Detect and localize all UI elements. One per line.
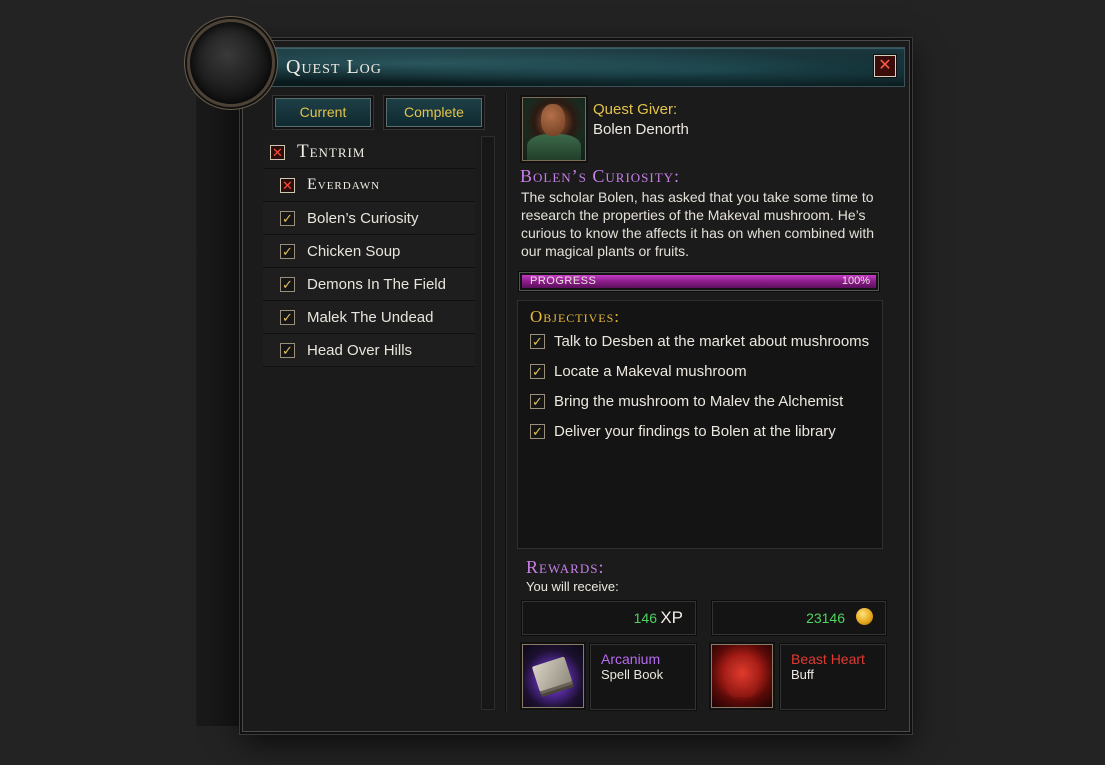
close-button[interactable]: ✕	[874, 55, 896, 77]
panel-divider	[505, 93, 506, 713]
checkbox-checked-icon[interactable]: ✓	[280, 309, 295, 325]
quest-row[interactable]: ✓ Bolen’s Curiosity	[263, 202, 475, 235]
quest-row[interactable]: ✓ Malek The Undead	[263, 301, 475, 334]
objective-item: ✓ Deliver your findings to Bolen at the …	[530, 423, 836, 440]
zone-row-everdawn[interactable]: ✕ Everdawn	[263, 169, 475, 202]
checkbox-checked-icon[interactable]: ✓	[280, 342, 295, 358]
checkbox-checked-icon: ✓	[530, 364, 545, 379]
reward-item-arcanium[interactable]: Arcanium Spell Book	[590, 644, 696, 710]
quest-label: Bolen’s Curiosity	[307, 209, 419, 227]
objectives-title: Objectives:	[530, 307, 621, 326]
quest-label: Chicken Soup	[307, 242, 401, 260]
objective-text: Bring the mushroom to Malev the Alchemis…	[554, 393, 844, 410]
checkbox-checked-icon[interactable]: ✓	[280, 210, 295, 226]
rewards-subtitle: You will receive:	[526, 579, 619, 594]
gold-amount: 23146	[806, 610, 845, 626]
quest-giver-label: Quest Giver:	[593, 101, 678, 118]
quest-label: Malek The Undead	[307, 308, 434, 326]
gold-reward-box: 23146	[712, 601, 886, 635]
window-shadow	[196, 96, 244, 726]
checkbox-checked-icon: ✓	[530, 334, 545, 349]
zone-row-tentrim[interactable]: ✕ Tentrim	[263, 136, 475, 169]
current-tab-button[interactable]: Current	[275, 98, 371, 127]
beast-heart-icon[interactable]	[711, 644, 773, 708]
quest-label: Demons In The Field	[307, 275, 446, 293]
quest-log-window: Quest Log ✕ Current Complete ✕ Tentrim ✕…	[242, 40, 910, 732]
window-title: Quest Log	[286, 56, 382, 78]
quest-list-scrollbar[interactable]	[481, 136, 495, 710]
xp-amount: 146	[633, 610, 657, 626]
quest-giver-name: Bolen Denorth	[593, 121, 689, 138]
objective-text: Talk to Desben at the market about mushr…	[554, 333, 870, 350]
quest-label: Head Over Hills	[307, 341, 413, 359]
quest-row[interactable]: ✓ Chicken Soup	[263, 235, 475, 268]
reward-item-name: Beast Heart	[791, 651, 865, 667]
checkbox-checked-icon[interactable]: ✓	[280, 276, 295, 292]
complete-tab-button[interactable]: Complete	[386, 98, 482, 127]
progress-label: PROGRESS	[530, 275, 597, 287]
checkbox-checked-icon: ✓	[530, 424, 545, 439]
quest-row[interactable]: ✓ Head Over Hills	[263, 334, 475, 367]
quest-row[interactable]: ✓ Demons In The Field	[263, 268, 475, 301]
collapse-x-icon[interactable]: ✕	[280, 177, 295, 193]
zone-label: Everdawn	[307, 176, 381, 193]
objective-item: ✓ Talk to Desben at the market about mus…	[530, 333, 869, 350]
close-icon: ✕	[878, 57, 892, 74]
rewards-title: Rewards:	[526, 557, 605, 577]
collapse-x-icon[interactable]: ✕	[270, 144, 285, 160]
xp-reward-box: 146 XP	[522, 601, 696, 635]
reward-item-name: Arcanium	[601, 651, 661, 667]
checkbox-checked-icon[interactable]: ✓	[280, 243, 295, 259]
spell-book-icon[interactable]	[522, 644, 584, 708]
title-bar[interactable]: Quest Log ✕	[251, 47, 905, 87]
objective-text: Locate a Makeval mushroom	[554, 363, 747, 380]
gold-coin-icon	[856, 608, 873, 625]
quest-giver-portrait	[522, 97, 586, 161]
zone-label: Tentrim	[297, 141, 366, 162]
checkbox-checked-icon: ✓	[530, 394, 545, 409]
xp-label: XP	[660, 608, 683, 627]
progress-percent: 100%	[841, 275, 870, 287]
reward-item-type: Spell Book	[601, 667, 664, 682]
objective-text: Deliver your findings to Bolen at the li…	[554, 423, 836, 440]
quest-list: ✕ Tentrim ✕ Everdawn ✓ Bolen’s Curiosity…	[263, 136, 475, 367]
quest-title: Bolen’s Curiosity:	[520, 166, 681, 186]
reward-item-beast-heart[interactable]: Beast Heart Buff	[780, 644, 886, 710]
reward-item-type: Buff	[791, 667, 814, 682]
objectives-panel: Objectives: ✓ Talk to Desben at the mark…	[517, 300, 883, 549]
objective-item: ✓ Bring the mushroom to Malev the Alchem…	[530, 393, 843, 410]
quest-progress-bar: PROGRESS 100%	[519, 272, 879, 291]
quest-description: The scholar Bolen, has asked that you ta…	[521, 189, 875, 259]
emblem-orb	[187, 19, 275, 107]
objective-item: ✓ Locate a Makeval mushroom	[530, 363, 747, 380]
